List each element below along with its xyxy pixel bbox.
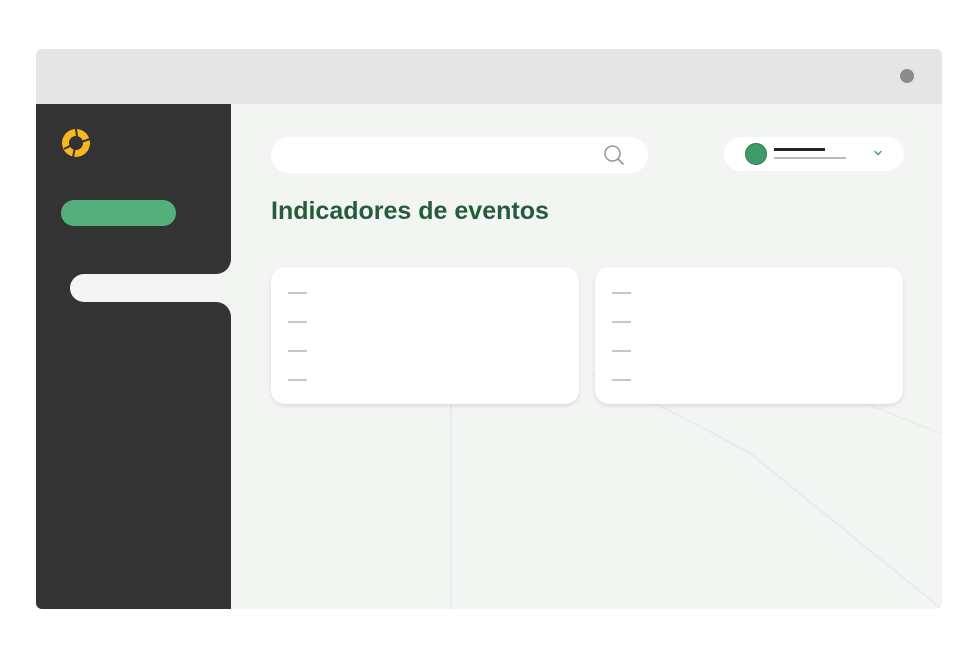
selected-tab-curve-top [216,259,231,274]
sidebar-item-active[interactable] [61,200,176,226]
card-item [612,379,631,381]
card-item [288,350,307,352]
card-item [288,379,307,381]
user-menu[interactable] [724,137,904,171]
brand-logo-icon[interactable] [60,127,92,159]
card-item [612,350,631,352]
card-item [612,321,631,323]
user-role [774,157,846,159]
search-bar[interactable] [271,137,648,175]
page-title: Indicadores de eventos [271,197,549,225]
avatar[interactable] [745,143,767,165]
app-window: Indicadores de eventos [36,49,942,609]
title-bar [36,49,942,104]
sidebar-item-selected[interactable] [70,274,231,302]
sidebar [36,104,231,609]
search-icon[interactable] [603,144,625,166]
selected-tab-curve-bottom [216,302,231,317]
user-name [774,148,825,151]
card-item [612,292,631,294]
search-input[interactable] [289,137,603,175]
chevron-down-icon[interactable] [873,148,883,158]
indicator-card [271,267,579,404]
window-control-dot[interactable] [900,69,914,83]
card-item [288,292,307,294]
indicator-card [595,267,903,404]
card-item [288,321,307,323]
